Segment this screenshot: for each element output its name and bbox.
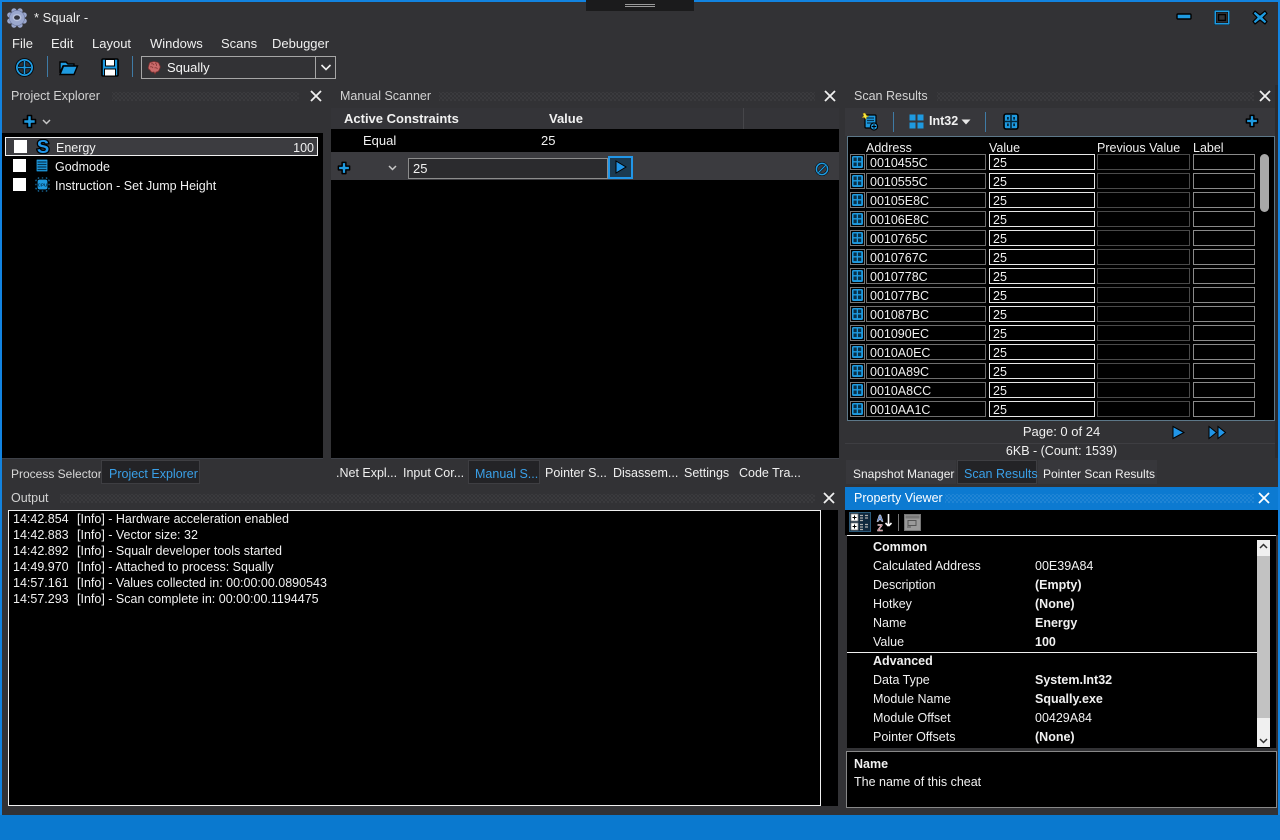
svg-text:A: A (877, 514, 884, 524)
svg-text:CPU: CPU (38, 183, 48, 188)
svg-text:Z: Z (877, 523, 883, 532)
svg-text:S: S (37, 139, 49, 154)
